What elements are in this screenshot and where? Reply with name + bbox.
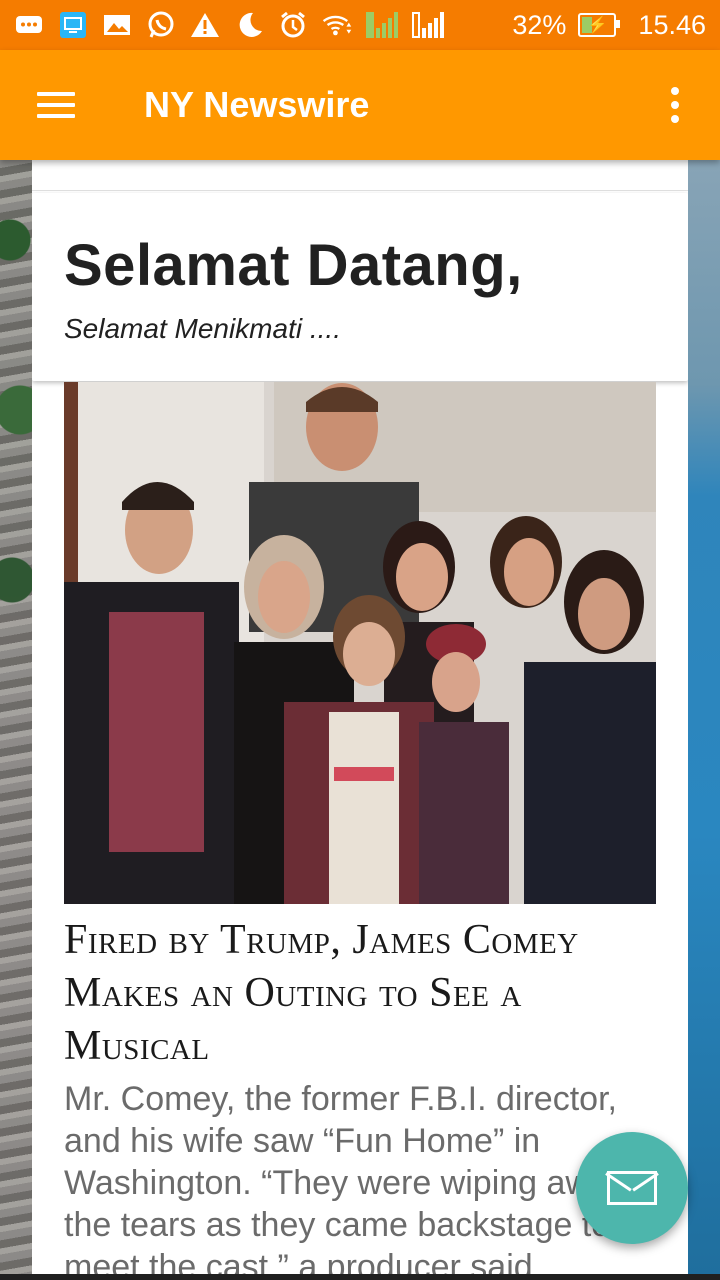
status-right: 32% ⚡ 15.46 [512, 10, 706, 41]
overflow-menu-button[interactable] [630, 50, 720, 160]
background-right-water [686, 160, 720, 1280]
app-title: NY Newswire [144, 84, 370, 125]
battery-percent: 32% [512, 9, 567, 40]
email-fab-button[interactable] [576, 1132, 688, 1244]
wifi-icon [322, 10, 352, 40]
mail-icon [607, 1171, 657, 1205]
gallery-icon [102, 10, 132, 40]
status-bar: 32% ⚡ 15.46 [0, 0, 720, 50]
whatsapp-icon [146, 10, 176, 40]
message-icon [14, 10, 44, 40]
hamburger-icon [37, 92, 75, 118]
app-toolbar: NY Newswire [0, 50, 720, 160]
background-left-cliff [0, 160, 34, 1280]
moon-icon [234, 10, 264, 40]
status-icons [14, 10, 444, 40]
clock: 15.46 [638, 9, 706, 40]
screen-cast-icon [58, 10, 88, 40]
menu-button[interactable] [0, 50, 112, 160]
article-image[interactable] [64, 382, 656, 904]
bottom-edge [0, 1274, 720, 1280]
welcome-title: Selamat Datang, [64, 233, 523, 298]
battery-charging-icon: ⚡ [578, 13, 621, 37]
article-summary: Mr. Comey, the former F.B.I. director, a… [64, 1080, 626, 1280]
no-signal-icon [412, 12, 444, 38]
article-title[interactable]: Fired by Trump, James Comey Makes an Out… [64, 914, 664, 1073]
content-panel[interactable]: Selamat Datang, Selamat Menikmati .... F… [32, 160, 688, 1280]
welcome-card: Selamat Datang, Selamat Menikmati .... [32, 193, 688, 381]
alarm-icon [278, 10, 308, 40]
warning-icon [190, 10, 220, 40]
signal-icon [366, 12, 398, 38]
content-top-strip [32, 160, 688, 191]
welcome-subtitle: Selamat Menikmati .... [64, 313, 341, 344]
more-vert-icon [671, 87, 679, 123]
